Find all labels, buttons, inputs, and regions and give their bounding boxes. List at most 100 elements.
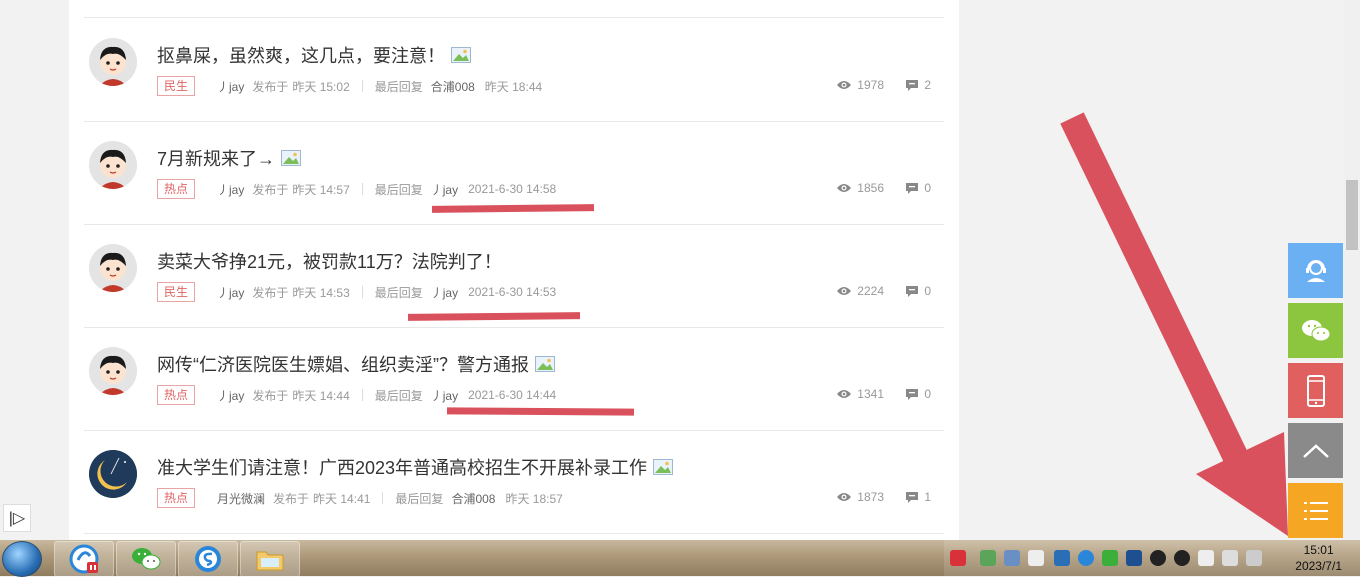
qq-icon[interactable] (1150, 550, 1166, 566)
post-title[interactable]: 网传“仁济医院医生嫖娼、组织卖淫”？警方通报 (157, 351, 555, 377)
start-button[interactable] (2, 541, 42, 577)
author-link[interactable]: 丿jay (217, 387, 244, 404)
comment-icon (906, 80, 919, 91)
reply-count: 1 (905, 490, 931, 504)
avatar[interactable] (89, 38, 137, 86)
author-link[interactable]: 丿jay (217, 284, 244, 301)
customer-service-icon (1305, 259, 1326, 282)
posted-label: 发布于 (252, 388, 289, 403)
bluetooth-icon[interactable] (1126, 550, 1142, 566)
post-title[interactable]: 7月新规来了→ (157, 145, 302, 171)
posted-label: 发布于 (252, 79, 289, 94)
annotation-underline (446, 407, 635, 416)
sidebar-toggle-button[interactable]: |▷ (3, 504, 31, 532)
divider (361, 286, 363, 298)
menu-button[interactable] (1288, 483, 1343, 538)
category-tag[interactable]: 热点 (157, 385, 196, 405)
back-to-top-button[interactable] (1288, 423, 1343, 478)
reply-count: 0 (905, 284, 931, 298)
view-count-value: 1856 (857, 181, 884, 195)
reply-count: 0 (905, 181, 931, 195)
image-attachment-icon (653, 458, 674, 480)
view-count: 2224 (836, 284, 884, 298)
wechat-icon (132, 548, 161, 570)
shield-icon[interactable] (1054, 550, 1070, 566)
author-link[interactable]: 丿jay (217, 78, 244, 95)
security-icon[interactable] (980, 550, 996, 566)
divider (361, 80, 363, 92)
post-title[interactable]: 抠鼻屎，虽然爽，这几点，要注意！ (157, 42, 471, 68)
reply-count: 2 (905, 78, 931, 92)
avatar[interactable] (89, 141, 137, 189)
sogou-ime-icon[interactable] (950, 550, 966, 566)
view-count: 1856 (836, 181, 884, 195)
category-tag[interactable]: 民生 (157, 76, 196, 96)
vertical-scrollbar[interactable] (1344, 0, 1360, 540)
system-tray: 15:01 2023/7/1 (944, 540, 1360, 576)
taskbar-app-browser[interactable] (54, 541, 114, 577)
taskbar-app-explorer[interactable] (240, 541, 300, 577)
post-title[interactable]: 卖菜大爷挣21元，被罚款11万？法院判了！ (157, 248, 502, 274)
avatar[interactable] (89, 244, 137, 292)
clock-time: 15:01 (1303, 543, 1334, 557)
wechat-icon[interactable] (1102, 550, 1118, 566)
post-meta: 热点 月光微澜 发布于 昨天 14:41 最后回复 合浦008 昨天 18:57 (157, 488, 563, 508)
system-clock[interactable]: 15:01 2023/7/1 (1295, 542, 1342, 574)
power-icon[interactable] (1198, 550, 1214, 566)
reply-count-value: 0 (924, 284, 931, 298)
author-link[interactable]: 丿jay (217, 181, 244, 198)
taskbar-app-sogou[interactable] (178, 541, 238, 577)
reply-count-value: 0 (924, 387, 931, 401)
reply-count-value: 2 (924, 78, 931, 92)
reply-count: 0 (905, 387, 931, 401)
last-reply-user[interactable]: 丿jay (431, 284, 458, 301)
avatar[interactable] (89, 450, 137, 498)
sogou-icon[interactable] (1078, 550, 1094, 566)
network-icon[interactable] (1246, 550, 1262, 566)
comment-icon (906, 183, 919, 194)
last-reply-user[interactable]: 合浦008 (451, 490, 495, 507)
qq-icon[interactable] (1174, 550, 1190, 566)
last-reply-label: 最后回复 (374, 182, 423, 197)
mobile-phone-icon (1306, 374, 1325, 407)
last-reply-time: 2021-6-30 14:44 (468, 388, 557, 402)
divider (361, 389, 363, 401)
post-meta: 民生 丿jay 发布于 昨天 14:53 最后回复 丿jay 2021-6-30… (157, 282, 556, 302)
author-link[interactable]: 月光微澜 (217, 490, 265, 507)
taskbar-app-wechat[interactable] (116, 541, 176, 577)
folder-icon (256, 551, 284, 571)
browser-icon (69, 544, 99, 574)
category-tag[interactable]: 热点 (157, 179, 196, 199)
view-count-value: 1341 (857, 387, 884, 401)
last-reply-user[interactable]: 合浦008 (431, 78, 475, 95)
wechat-button[interactable] (1288, 303, 1343, 358)
flag-icon[interactable] (1028, 550, 1044, 566)
last-reply-user[interactable]: 丿jay (431, 387, 458, 404)
category-tag[interactable]: 民生 (157, 282, 196, 302)
post-title[interactable]: 准大学生们请注意！广西2023年普通高校招生不开展补录工作 (157, 454, 674, 480)
usb-icon[interactable] (1004, 550, 1020, 566)
post-meta: 民生 丿jay 发布于 昨天 15:02 最后回复 合浦008 昨天 18:44 (157, 76, 542, 96)
view-count-value: 1873 (857, 490, 884, 504)
list-item: 准大学生们请注意！广西2023年普通高校招生不开展补录工作 热点 月光微澜 发布… (84, 430, 944, 534)
comment-icon (906, 286, 919, 297)
clock-date: 2023/7/1 (1295, 559, 1342, 573)
divider (361, 183, 363, 195)
post-meta: 热点 丿jay 发布于 昨天 14:57 最后回复 丿jay 2021-6-30… (157, 179, 556, 199)
category-tag[interactable]: 热点 (157, 488, 196, 508)
customer-service-button[interactable] (1288, 243, 1343, 298)
eye-icon (837, 81, 852, 89)
last-reply-user[interactable]: 丿jay (431, 181, 458, 198)
view-count: 1341 (836, 387, 884, 401)
avatar[interactable] (89, 347, 137, 395)
posted-time: 昨天 14:41 (313, 491, 371, 506)
expand-icon: |▷ (8, 510, 26, 527)
image-attachment-icon (535, 355, 555, 377)
comment-icon (906, 389, 919, 400)
posted-time: 昨天 14:44 (292, 388, 350, 403)
view-count: 1978 (836, 78, 884, 92)
scrollbar-thumb[interactable] (1346, 180, 1358, 250)
eye-icon (837, 390, 852, 398)
volume-icon[interactable] (1222, 550, 1238, 566)
mobile-button[interactable] (1288, 363, 1343, 418)
